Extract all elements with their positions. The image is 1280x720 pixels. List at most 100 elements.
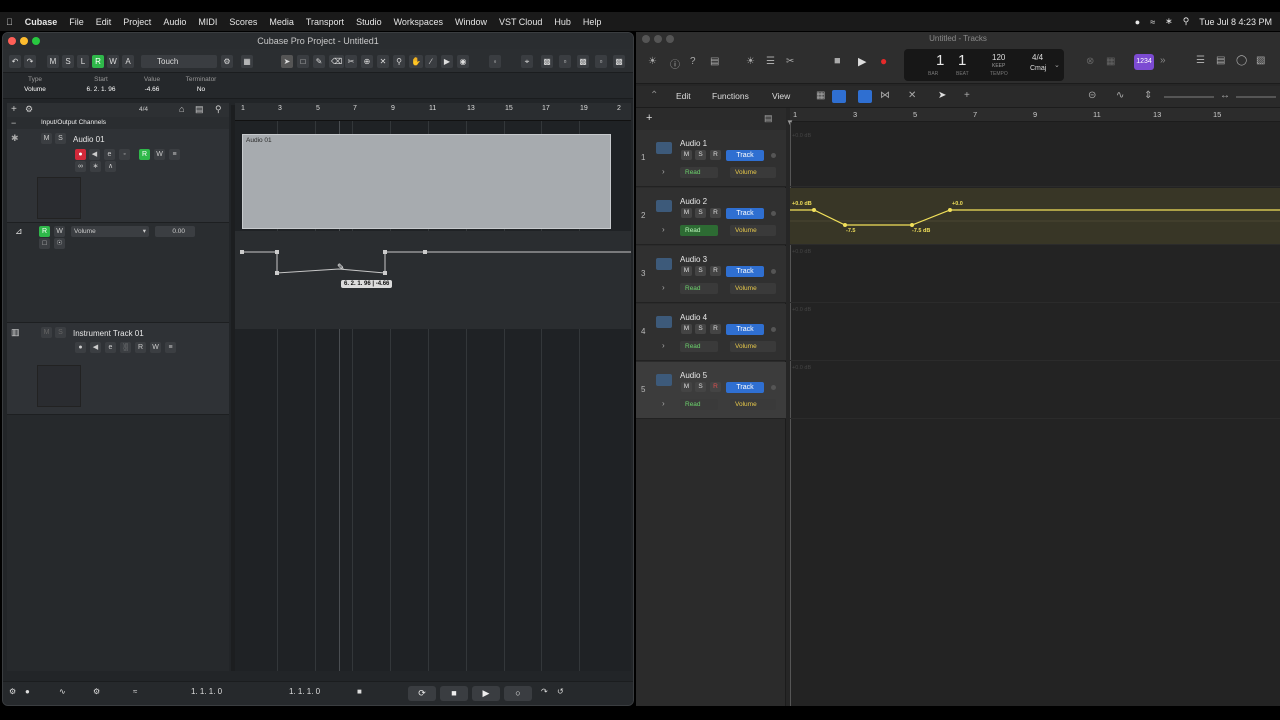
menu-vst-cloud[interactable]: VST Cloud <box>493 17 548 27</box>
draw-tool-icon[interactable]: ✎ <box>313 55 325 68</box>
bluetooth-icon[interactable]: ∗ <box>1165 16 1173 27</box>
track-name[interactable]: Audio 1 <box>680 139 707 148</box>
snap-icon-logic[interactable]: ✕ <box>908 90 916 101</box>
right-locator[interactable]: 1. 1. 1. 0 <box>289 687 320 696</box>
auto-lane-settings-icon[interactable]: □ <box>39 238 50 249</box>
line-tool-icon[interactable]: ∕ <box>425 55 437 68</box>
menu-project[interactable]: Project <box>117 17 157 27</box>
automation-lane[interactable]: ✎ <box>235 231 631 329</box>
edit-menu[interactable]: Edit <box>676 91 691 101</box>
logic-automation-curve[interactable] <box>790 188 1280 245</box>
menu-audio[interactable]: Audio <box>157 17 192 27</box>
snap-grid-icon[interactable]: ⌖ <box>521 55 533 68</box>
grid-view-icon[interactable]: ▦ <box>816 90 825 101</box>
record-arm-button[interactable]: R <box>710 324 721 334</box>
layout-icon-5[interactable]: ▩ <box>613 55 625 68</box>
library-icon[interactable]: ☀ <box>648 56 657 67</box>
audio-icon[interactable]: ∿ <box>59 687 66 696</box>
inst-menu-icon[interactable]: ≡ <box>165 342 176 353</box>
clock[interactable]: Tue Jul 8 4:23 PM <box>1199 17 1272 27</box>
loops-icon[interactable]: ◯ <box>1236 55 1247 66</box>
record-arm-button[interactable]: R <box>710 382 721 392</box>
logic-play-button[interactable]: ▶ <box>858 55 866 68</box>
automation-mode-select[interactable]: Read <box>680 225 718 236</box>
automation-lane-4[interactable]: +0.0 dB <box>790 304 1280 361</box>
mute-button[interactable]: M <box>681 382 692 392</box>
logic-stop-button[interactable]: ■ <box>834 55 841 67</box>
browser-icon[interactable]: ▧ <box>1256 55 1265 66</box>
scissors-icon[interactable]: ✂ <box>786 56 794 67</box>
menu-workspaces[interactable]: Workspaces <box>388 17 449 27</box>
play-button[interactable]: ▶ <box>472 686 500 701</box>
lcd-key[interactable]: Cmaj <box>1030 65 1046 72</box>
track-menu-icon[interactable]: ≡ <box>169 149 180 160</box>
minimize-button[interactable] <box>20 37 28 45</box>
menu-help[interactable]: Help <box>577 17 608 27</box>
info-value[interactable]: Value -4.66 <box>139 76 165 93</box>
undo-icon[interactable]: ↶ <box>9 55 21 68</box>
automation-parameter-select[interactable]: Volume ▾ <box>71 226 149 237</box>
punch-out-icon[interactable]: ↺ <box>557 687 564 696</box>
info-start-value[interactable]: 6. 2. 1. 96 <box>81 86 121 93</box>
horizontal-zoom-slider[interactable] <box>1236 96 1276 98</box>
count-in-badge[interactable]: 1234 <box>1134 54 1154 70</box>
automation-mode-select[interactable]: Touch <box>141 55 217 68</box>
automation-parameter-select[interactable]: Volume <box>730 399 776 410</box>
duplicate-track-icon[interactable]: ▤ <box>764 113 773 124</box>
catch-button[interactable] <box>858 90 872 103</box>
automation-mode-select[interactable]: Read <box>680 399 718 410</box>
inst-solo-button[interactable]: S <box>55 327 66 338</box>
record-arm-button[interactable]: R <box>710 208 721 218</box>
menu-app[interactable]: Cubase <box>19 17 64 27</box>
split-tool-icon[interactable]: ✂ <box>345 55 357 68</box>
automation-view-button[interactable] <box>832 90 846 103</box>
time-signature[interactable]: 4/4 <box>139 106 148 113</box>
close-button[interactable] <box>8 37 16 45</box>
auto-write-button[interactable]: W <box>54 226 65 237</box>
gear-icon[interactable]: ⚙ <box>93 687 100 696</box>
folder-track[interactable]: − Input/Output Channels <box>7 117 229 129</box>
info-value-value[interactable]: -4.66 <box>139 86 165 93</box>
solo-button[interactable]: S <box>55 133 66 144</box>
more-icon[interactable]: » <box>1160 55 1166 66</box>
inst-freeze-button[interactable]: ░ <box>120 342 131 353</box>
play-tool-icon[interactable]: ▶ <box>441 55 453 68</box>
settings-icon[interactable]: ⚙ <box>221 55 233 68</box>
logic-tracks-area[interactable]: 1 3 5 7 9 11 13 15 ▼ +0.0 dB +0.0 dB -7.… <box>786 108 1280 706</box>
audio-track-01[interactable]: ✱ M S Audio 01 ● ◀ e ◦ R W ≡ ∞ ∗ ∧ <box>7 129 229 223</box>
waveform-icon[interactable]: ∿ <box>1116 90 1124 101</box>
record-mode-icon[interactable]: ● <box>25 687 30 696</box>
sends-icon[interactable]: ∧ <box>105 161 116 172</box>
auto-lane-lock-icon[interactable]: ☉ <box>54 238 65 249</box>
smart-controls-icon[interactable]: ☀ <box>746 56 755 67</box>
track-automation-button[interactable]: Track <box>726 150 764 161</box>
menu-file[interactable]: File <box>63 17 90 27</box>
home-icon[interactable]: ⌂ <box>179 104 184 114</box>
menu-hub[interactable]: Hub <box>548 17 577 27</box>
collapse-icon[interactable]: − <box>11 118 16 128</box>
cycle-icon[interactable]: ▦ <box>1106 56 1115 67</box>
automation-parameter-select[interactable]: Volume <box>730 341 776 352</box>
wifi-icon[interactable]: ≈ <box>1150 17 1155 27</box>
solo-all-button[interactable]: S <box>62 55 74 68</box>
logic-close-button[interactable] <box>642 35 650 43</box>
audio-event[interactable]: Audio 01 <box>242 134 611 229</box>
layout-icon-2[interactable]: ▫ <box>559 55 571 68</box>
inst-read-button[interactable]: R <box>135 342 146 353</box>
back-chevron-icon[interactable]: ⌃ <box>650 90 658 101</box>
layout-icon-3[interactable]: ▩ <box>577 55 589 68</box>
expand-chevron-icon[interactable]: › <box>662 341 665 350</box>
cycle-button[interactable]: ⟳ <box>408 686 436 701</box>
write-all-button[interactable]: W <box>107 55 119 68</box>
search-icon[interactable]: ⚲ <box>1183 16 1190 27</box>
notepad-icon[interactable]: ▤ <box>1216 55 1225 66</box>
info-terminator[interactable]: Terminator No <box>183 76 219 93</box>
solo-button[interactable]: S <box>695 382 706 392</box>
automation-curve[interactable] <box>235 231 631 329</box>
record-arm-button[interactable]: R <box>710 150 721 160</box>
menu-media[interactable]: Media <box>263 17 300 27</box>
mixer-icon[interactable]: ☰ <box>766 56 775 67</box>
mute-button[interactable]: M <box>681 150 692 160</box>
lcd-dropdown-icon[interactable]: ⌄ <box>1054 61 1060 69</box>
menu-edit[interactable]: Edit <box>90 17 118 27</box>
